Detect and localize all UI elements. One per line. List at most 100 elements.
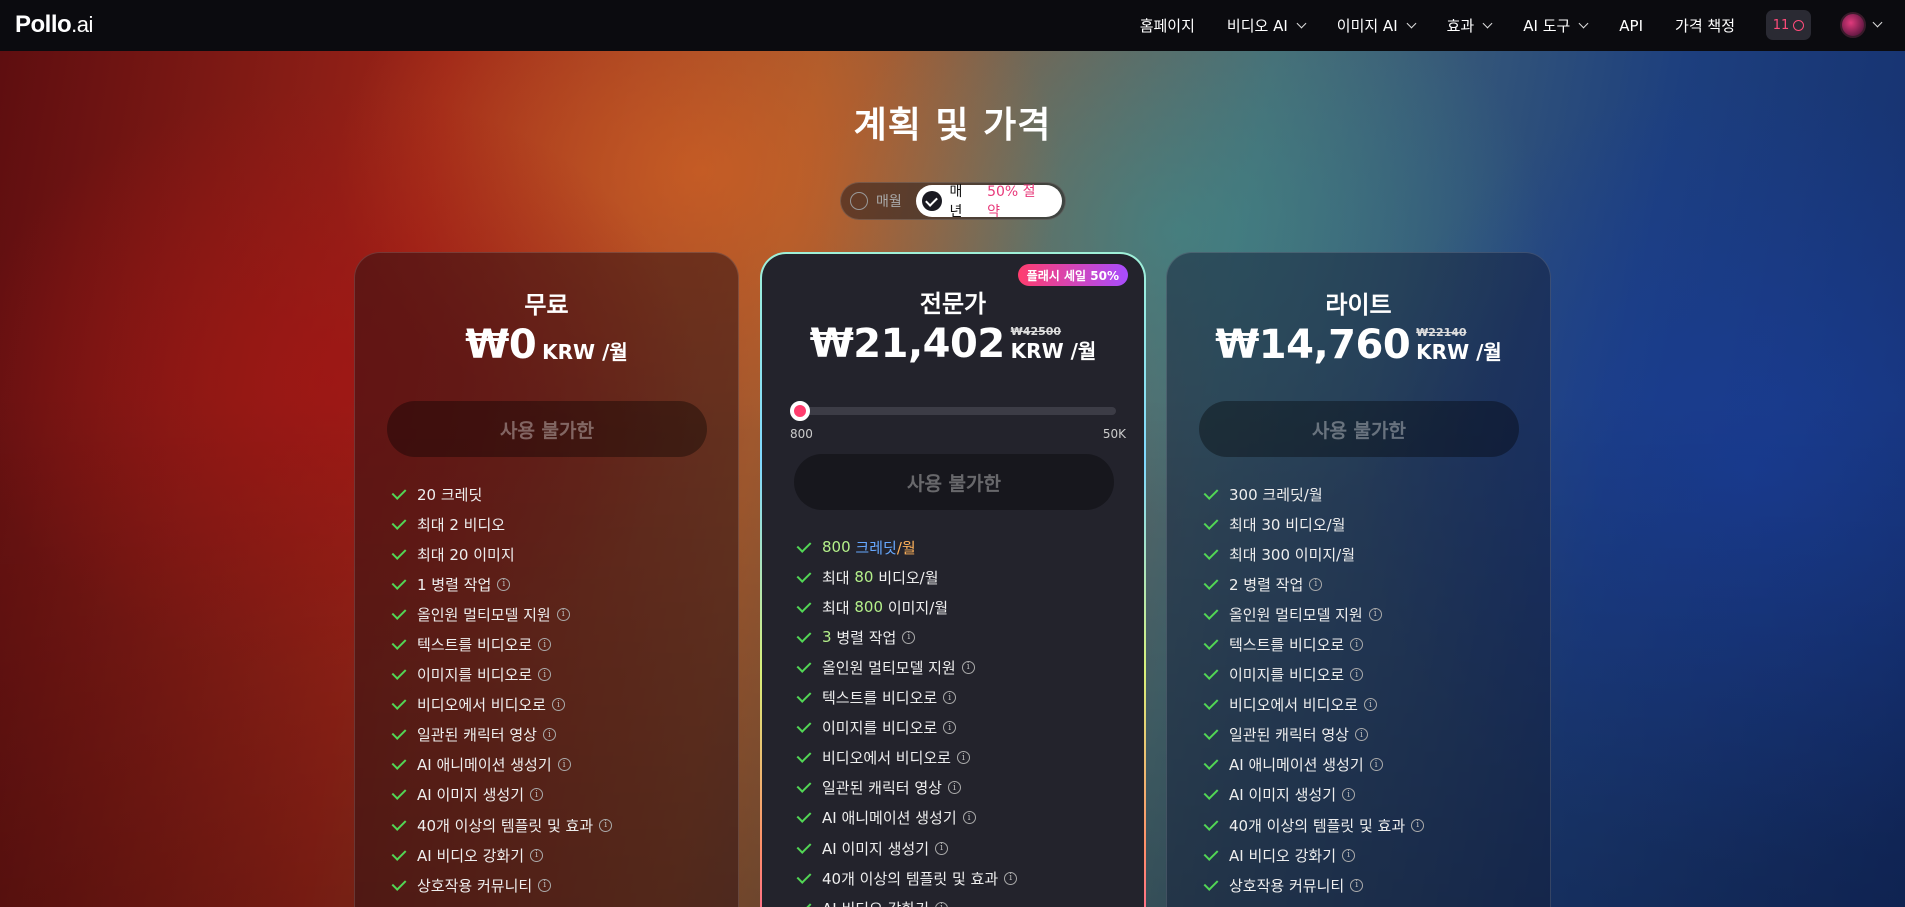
info-icon[interactable]: i [1309, 577, 1323, 591]
info-icon[interactable]: i [1369, 758, 1383, 772]
info-icon[interactable]: i [943, 721, 957, 735]
check-icon [796, 718, 812, 734]
info-icon[interactable]: i [557, 758, 571, 772]
check-icon [1203, 755, 1219, 771]
toggle-yearly[interactable]: 매년 50% 절약 [915, 184, 1062, 220]
feature-item: AI 비디오 강화기i [1203, 840, 1424, 870]
check-icon [391, 725, 407, 741]
subscribe-button-free[interactable]: 사용 불가한 [387, 401, 707, 457]
info-icon[interactable]: i [1411, 818, 1425, 832]
feature-item: 올인원 멀티모델 지원 i [796, 652, 1017, 682]
info-icon[interactable]: i [556, 607, 570, 621]
nav-video-ai[interactable]: 비디오 AI [1227, 15, 1307, 36]
nav-api[interactable]: API [1619, 17, 1643, 35]
feature-item: 40개 이상의 템플릿 및 효과 i [1203, 810, 1425, 840]
avatar[interactable] [1840, 12, 1866, 38]
check-icon [796, 688, 812, 703]
check-icon [796, 868, 812, 884]
nav-pricing[interactable]: 가격 책정 [1675, 15, 1735, 36]
info-icon[interactable]: i [956, 751, 970, 765]
info-icon[interactable]: i [961, 660, 975, 674]
info-icon[interactable]: i [530, 848, 544, 862]
info-icon[interactable]: i [902, 630, 916, 644]
chevron-down-icon [1482, 18, 1493, 28]
feature-item: 텍스트를 비디오로 i [391, 629, 612, 659]
info-icon[interactable]: i [497, 577, 511, 591]
info-icon[interactable]: i [1354, 728, 1368, 742]
chevron-down-icon [1296, 18, 1307, 28]
info-icon[interactable]: i [1368, 607, 1382, 621]
slider-track[interactable] [794, 407, 1116, 415]
check-icon [391, 875, 407, 891]
top-navbar: Pollo.ai 홈페이지 비디오 AI 이미지 AI 효과 AI 도구 API… [0, 0, 1905, 51]
save-label: 50% 절약 [987, 184, 1036, 220]
info-icon[interactable]: i [538, 668, 552, 682]
page-title: 계획 및 가격 [853, 105, 1052, 146]
check-icon [391, 665, 407, 681]
nav-ai-tools[interactable]: AI 도구 [1523, 15, 1589, 36]
feature-item: 텍스트를 비디오로 i [1203, 629, 1424, 659]
info-icon[interactable]: i [599, 818, 613, 832]
check-icon [1203, 604, 1219, 620]
subscribe-button-pro[interactable]: 사용 불가한 [794, 454, 1114, 510]
nav-home[interactable]: 홈페이지 [1140, 15, 1195, 36]
info-icon[interactable]: i [530, 788, 544, 802]
feature-item: 텍스트를 비디오로 i [796, 682, 1017, 712]
nav-effects[interactable]: 효과 [1447, 15, 1493, 36]
check-icon [1203, 695, 1219, 711]
check-icon [391, 845, 407, 861]
info-icon[interactable]: i [935, 901, 949, 907]
plan-name: 라이트 [1325, 291, 1392, 319]
feature-item: 이미지를 비디오로 i [1203, 660, 1424, 690]
info-icon[interactable]: i [538, 878, 552, 892]
info-icon[interactable]: i [1342, 788, 1356, 802]
toggle-monthly[interactable]: 매월 [844, 185, 916, 217]
check-circle-icon [921, 191, 942, 211]
nav-links: 홈페이지 비디오 AI 이미지 AI 효과 AI 도구 API 가격 책정 [1108, 0, 1735, 51]
info-icon[interactable]: i [538, 638, 552, 652]
info-icon[interactable]: i [1004, 871, 1018, 885]
feature-item: 상호작용 커뮤니티 i [1203, 870, 1424, 900]
info-icon[interactable]: i [1363, 698, 1377, 712]
info-icon[interactable]: i [551, 698, 565, 712]
info-icon[interactable]: i [935, 841, 949, 855]
credits-badge[interactable]: 11 [1766, 10, 1811, 40]
feature-item: AI 비디오 강화기i [391, 840, 612, 870]
feature-item: 최대 2 비디오 [391, 509, 612, 539]
flash-sale-badge: 플래시 세일 50% [1017, 264, 1128, 286]
feature-item: 최대 30 비디오/월 [1203, 509, 1424, 539]
plan-card-pro: 플래시 세일 50% 전문가 ₩21,402 ₩42500 KRW /월 800… [760, 252, 1146, 907]
price-row: ₩21,402 ₩42500 KRW /월 [762, 322, 1144, 366]
feature-item: 40개 이상의 템플릿 및 효과 i [796, 863, 1018, 893]
feature-item: 800 크레딧/월 [796, 532, 948, 562]
info-icon[interactable]: i [1342, 848, 1356, 862]
check-icon [391, 815, 407, 831]
chevron-down-icon [1406, 18, 1417, 28]
nav-image-ai[interactable]: 이미지 AI [1337, 15, 1417, 36]
check-icon [1203, 875, 1219, 891]
check-icon [796, 537, 812, 553]
check-icon [1203, 725, 1219, 741]
info-icon[interactable]: i [962, 811, 976, 825]
feature-item: 일관된 캐릭터 영상 i [796, 773, 1017, 803]
slider-thumb[interactable] [790, 401, 810, 421]
feature-item: AI 이미지 생성기 i [1203, 780, 1424, 810]
info-icon[interactable]: i [947, 781, 961, 795]
user-menu[interactable] [1840, 12, 1883, 38]
plan-card-lite: 라이트 ₩14,760 ₩22140 KRW /월 사용 불가한 300 크레딧… [1166, 252, 1551, 907]
subscribe-button-lite[interactable]: 사용 불가한 [1199, 401, 1519, 457]
logo[interactable]: Pollo.ai [15, 11, 93, 39]
check-icon [796, 658, 812, 673]
feature-item: 최대 80 비디오/월 [796, 562, 948, 592]
info-icon[interactable]: i [1350, 668, 1364, 682]
check-icon [796, 898, 812, 907]
feature-item: 2 병렬 작업 i [1203, 569, 1424, 599]
info-icon[interactable]: i [1350, 878, 1364, 892]
credits-slider[interactable]: 800 50K [790, 401, 1126, 447]
info-icon[interactable]: i [1350, 638, 1364, 652]
info-icon[interactable]: i [542, 728, 556, 742]
feature-list: 800 크레딧/월 최대 80 비디오/월 최대 800 이미지/월 3 병렬 … [796, 532, 948, 652]
check-icon [796, 597, 812, 613]
billing-toggle[interactable]: 매월 매년 50% 절약 [840, 182, 1066, 220]
info-icon[interactable]: i [943, 691, 957, 705]
